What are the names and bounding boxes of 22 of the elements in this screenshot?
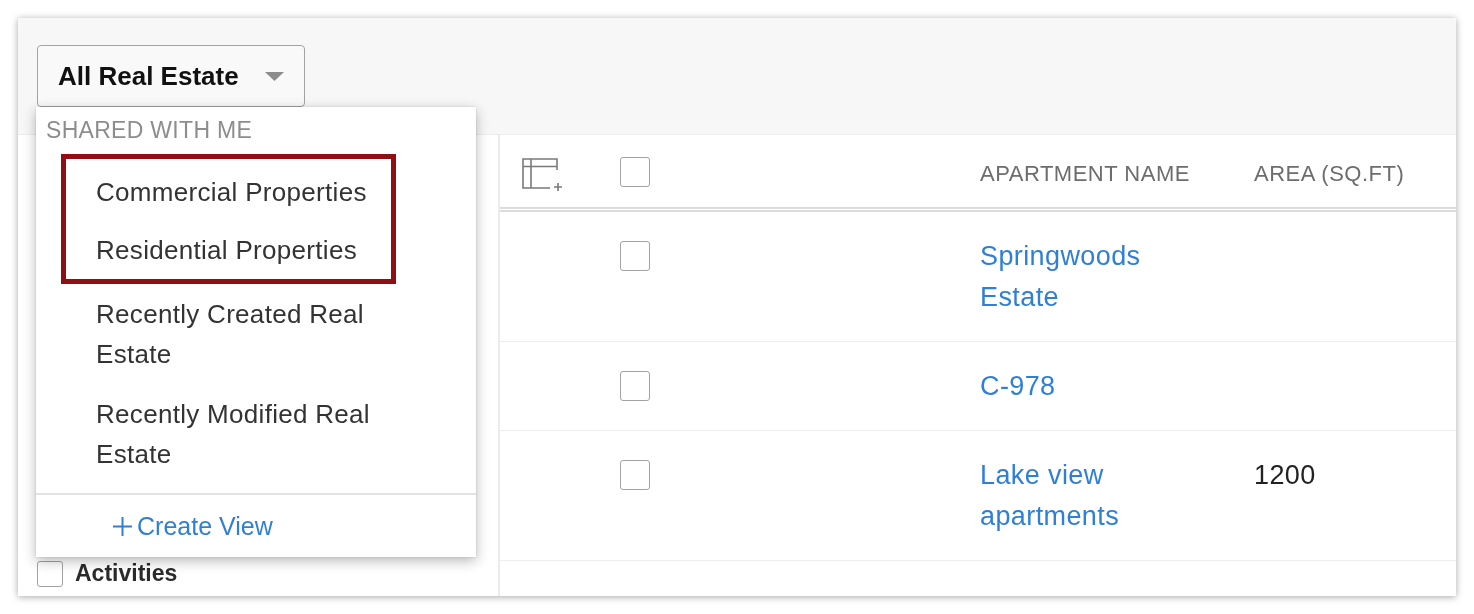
menu-item[interactable]: Recently Created Real Estate <box>36 284 476 384</box>
menu-item[interactable]: Commercial Properties <box>66 163 391 221</box>
checkbox[interactable] <box>620 460 650 490</box>
caret-icon <box>264 71 284 81</box>
create-view-link[interactable]: Create View <box>113 511 273 541</box>
area-value: 1200 <box>1254 459 1316 492</box>
checkbox[interactable] <box>620 371 650 401</box>
checkbox[interactable] <box>620 241 650 271</box>
section-heading: SHARED WITH ME <box>45 116 254 145</box>
view-selector-button[interactable]: All Real Estate <box>37 45 305 107</box>
column-header: AREA (SQ.FT) <box>1254 161 1405 186</box>
plus-icon <box>113 516 132 536</box>
table-plus-icon <box>522 157 564 191</box>
checkbox[interactable] <box>37 560 63 587</box>
module-label: Activities <box>75 560 178 587</box>
column-header: APARTMENT NAME <box>980 161 1190 186</box>
menu-item[interactable]: Recently Modified Real Estate <box>36 384 476 484</box>
record-link[interactable]: Lake view apartments <box>980 455 1195 537</box>
checkbox[interactable] <box>620 157 650 187</box>
record-link[interactable]: Springwoods Estate <box>980 236 1195 318</box>
record-link[interactable]: C-978 <box>980 366 1056 407</box>
menu-item[interactable]: Residential Properties <box>66 221 391 279</box>
